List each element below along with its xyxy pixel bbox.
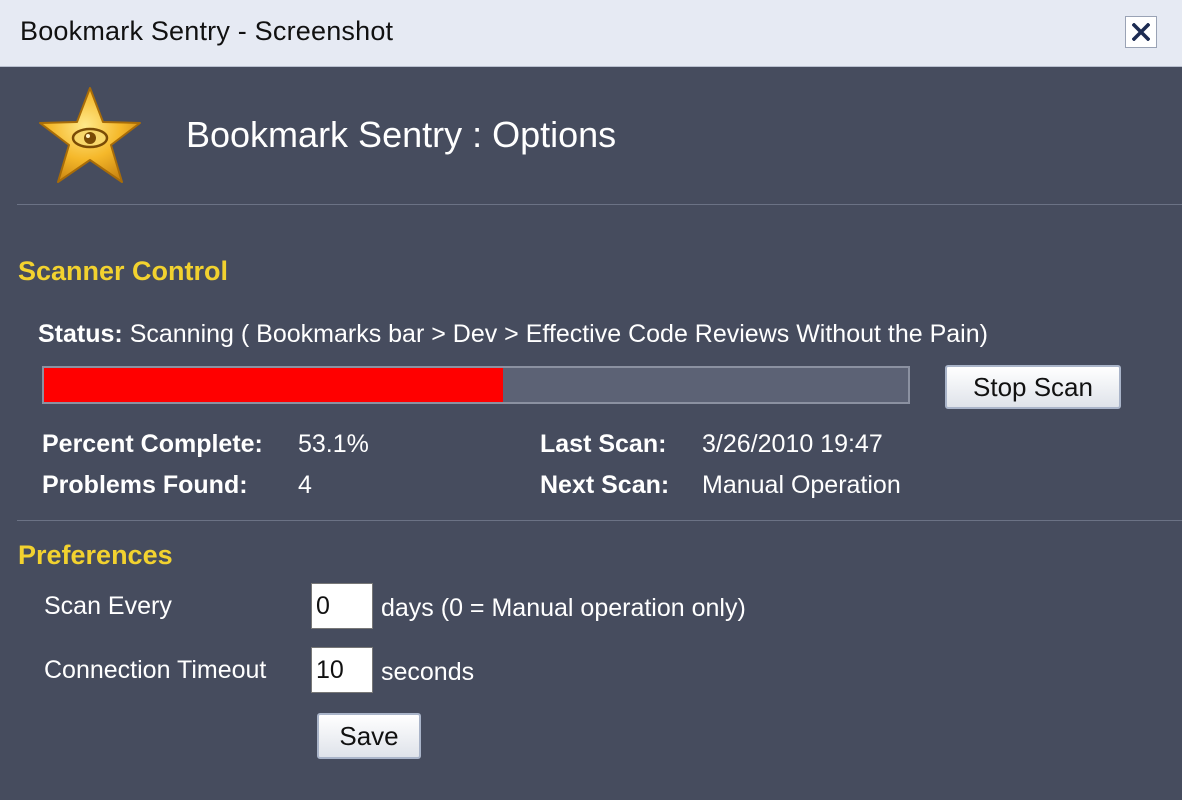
scan-every-input[interactable] [311, 583, 373, 629]
next-scan-label: Next Scan: [540, 471, 670, 499]
save-button[interactable]: Save [317, 713, 421, 759]
preferences-heading: Preferences [18, 540, 173, 570]
scan-every-suffix: days (0 = Manual operation only) [381, 594, 746, 622]
connection-timeout-label: Connection Timeout [44, 656, 267, 684]
connection-timeout-suffix: seconds [381, 658, 475, 686]
scan-progress-fill [44, 368, 503, 402]
header-divider [17, 204, 1182, 205]
close-button[interactable] [1125, 16, 1157, 48]
options-header: Bookmark Sentry : Options [0, 66, 1182, 206]
page-title: Bookmark Sentry : Options [186, 114, 617, 155]
last-scan-label: Last Scan: [540, 430, 667, 458]
next-scan-value: Manual Operation [702, 471, 901, 499]
scanner-control-heading: Scanner Control [18, 256, 229, 286]
status-value: Scanning ( Bookmarks bar > Dev > Effecti… [129, 320, 988, 348]
scan-every-label: Scan Every [44, 592, 172, 620]
scan-status: Status: Scanning ( Bookmarks bar > Dev >… [38, 320, 988, 349]
window-title: Bookmark Sentry - Screenshot [20, 16, 394, 46]
scanner-divider [17, 520, 1182, 521]
problems-found-label: Problems Found: [42, 471, 248, 499]
percent-complete-label: Percent Complete: [42, 430, 263, 458]
scan-progress-bar [42, 366, 910, 404]
stop-scan-button[interactable]: Stop Scan [945, 365, 1121, 409]
last-scan-value: 3/26/2010 19:47 [702, 430, 883, 458]
percent-complete-value: 53.1% [298, 430, 369, 458]
problems-found-value: 4 [298, 471, 312, 499]
connection-timeout-input[interactable] [311, 647, 373, 693]
star-eye-icon [36, 86, 144, 186]
status-label: Status: [38, 320, 123, 348]
close-icon [1132, 23, 1150, 41]
title-bar: Bookmark Sentry - Screenshot [0, 0, 1182, 67]
